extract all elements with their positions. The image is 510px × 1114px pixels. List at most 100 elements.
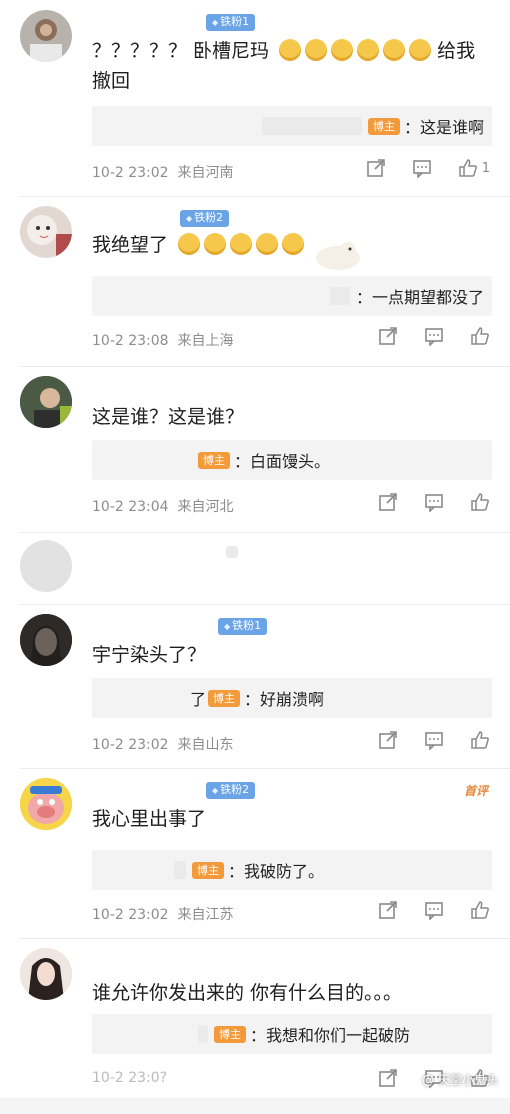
smile-emoji-icon	[331, 39, 354, 61]
blogger-reply[interactable]: 了 博主 ：好崩溃啊	[92, 678, 492, 718]
crying-emoji-icon	[282, 233, 305, 255]
share-icon[interactable]	[366, 158, 386, 178]
comment-text-main: 我心里出事了	[92, 808, 207, 830]
blogger-reply[interactable]: ：一点期望都没了	[92, 276, 492, 316]
blogger-reply[interactable]: 博主 ：我破防了。	[92, 850, 492, 890]
comment-meta: 10-2 23:0?	[92, 1070, 176, 1086]
avatar[interactable]	[20, 540, 72, 592]
comment-text: 宇宁染头了？	[92, 640, 492, 670]
watermark: @ 天堂小鬼头	[422, 1073, 498, 1087]
crying-emoji-icon	[230, 233, 253, 255]
comment-meta: 10-2 23:02 来自河南	[92, 162, 233, 182]
reply-text: ：这是谁啊	[403, 118, 484, 137]
reply-text: ：我破防了。	[227, 862, 324, 881]
crying-emoji-icon	[256, 233, 279, 255]
fan-badge: 铁粉1	[218, 618, 268, 635]
avatar[interactable]	[20, 948, 72, 1000]
comment-meta: 10-2 23:04 来自河北	[92, 496, 233, 516]
comment-icon[interactable]	[412, 158, 432, 178]
share-icon[interactable]	[378, 730, 398, 750]
share-icon[interactable]	[378, 1068, 398, 1088]
reply-text: ：一点期望都没了	[355, 288, 484, 307]
reply-prefix: 了	[189, 690, 206, 709]
blogger-tag: 博主	[367, 117, 400, 135]
divider	[20, 196, 510, 197]
share-icon[interactable]	[378, 326, 398, 346]
fan-badge: 铁粉2	[180, 210, 230, 227]
share-icon[interactable]	[378, 492, 398, 512]
blogger-tag: 博主	[207, 689, 240, 707]
smile-emoji-icon	[357, 39, 380, 61]
blogger-reply[interactable]: 博主 ：这是谁啊	[92, 106, 492, 146]
blogger-tag: 博主	[213, 1025, 246, 1043]
blogger-tag: 博主	[191, 861, 224, 879]
comment-meta: 10-2 23:08 来自上海	[92, 330, 233, 350]
like-icon[interactable]	[470, 326, 490, 346]
like-icon[interactable]	[470, 492, 490, 512]
reply-text: ：好崩溃啊	[243, 690, 324, 709]
blurred-badge	[226, 546, 238, 558]
comment-location: 来自河北	[177, 499, 234, 515]
avatar[interactable]	[20, 376, 72, 428]
comment-text: 这是谁？这是谁？	[92, 402, 492, 432]
comment-text-tail: 给我	[437, 40, 476, 62]
avatar[interactable]	[20, 206, 72, 258]
comment-actions	[378, 730, 490, 750]
divider	[20, 938, 510, 939]
comment-time: 10-2 23:04	[92, 499, 169, 515]
comment-text-main: 宇宁染头了？	[92, 644, 207, 666]
comment-text-main: 这是谁？这是谁？	[92, 406, 245, 428]
blurred-name	[173, 861, 186, 879]
blurred-name	[261, 117, 362, 135]
comment-text: 我绝望了	[92, 230, 492, 260]
comment-icon[interactable]	[424, 492, 444, 512]
divider	[20, 532, 510, 533]
comment-feed: 铁粉1 ？？？？？ 卧槽尼玛 给我 撤回 博主 ：这是谁啊 10-2 23:02…	[0, 0, 510, 1114]
smile-emoji-icon	[383, 39, 406, 61]
like-icon[interactable]	[470, 730, 490, 750]
comment-text-main: 我绝望了	[92, 234, 169, 256]
comment-text-line2: 撤回	[92, 70, 131, 92]
divider	[20, 604, 510, 605]
comment-text: ？？？？？ 卧槽尼玛 给我 撤回	[92, 36, 492, 96]
comment-actions	[378, 326, 490, 346]
comment-meta: 10-2 23:02 来自江苏	[92, 904, 233, 924]
first-comment-label: 首评	[463, 784, 488, 798]
smile-emoji-icon	[409, 39, 432, 61]
like-icon[interactable]: 1	[458, 158, 490, 178]
comment-location: 来自上海	[177, 333, 234, 349]
comment-text: 谁允许你发出来的 你有什么目的。。。	[92, 978, 492, 1008]
blogger-reply[interactable]: 博主 ：我想和你们一起破防	[92, 1014, 492, 1054]
crying-emoji-icon	[178, 233, 201, 255]
bottom-strip	[0, 1098, 510, 1114]
comment-text-main: ？？？？？ 卧槽尼玛	[92, 40, 270, 62]
avatar[interactable]	[20, 778, 72, 830]
blogger-reply[interactable]: 博主 ：白面馒头。	[92, 440, 492, 480]
comment-location: 来自河南	[177, 165, 234, 181]
comment-time: 10-2 23:02	[92, 165, 169, 181]
blurred-name	[197, 1025, 208, 1043]
comment-icon[interactable]	[424, 730, 444, 750]
sticker-image	[312, 236, 362, 272]
comment-icon[interactable]	[424, 326, 444, 346]
comment-location: 来自山东	[177, 737, 234, 753]
fan-badge: 铁粉1	[206, 14, 256, 31]
comment-actions: 1	[366, 158, 490, 178]
comment-text: 我心里出事了	[92, 804, 492, 834]
share-icon[interactable]	[378, 900, 398, 920]
smile-emoji-icon	[279, 39, 302, 61]
fan-badge: 铁粉2	[206, 782, 256, 799]
comment-time: 10-2 23:0?	[92, 1070, 168, 1086]
divider	[20, 768, 510, 769]
like-icon[interactable]	[470, 900, 490, 920]
avatar[interactable]	[20, 614, 72, 666]
reply-text: ：我想和你们一起破防	[249, 1026, 410, 1045]
divider	[20, 366, 510, 367]
comment-actions	[378, 900, 490, 920]
reply-text: ：白面馒头。	[233, 452, 330, 471]
avatar[interactable]	[20, 10, 72, 62]
comment-text-main: 谁允许你发出来的 你有什么目的。。。	[92, 982, 403, 1004]
comment-icon[interactable]	[424, 900, 444, 920]
crying-emoji-icon	[204, 233, 227, 255]
blurred-name	[329, 287, 350, 305]
